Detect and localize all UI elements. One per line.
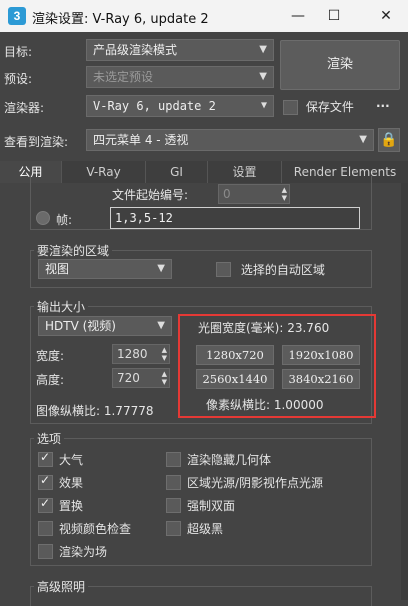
close-button[interactable]: ✕ — [372, 4, 400, 28]
pixel-aspect-label: 像素纵横比: 1.00000 — [206, 398, 324, 412]
option-label: 强制双面 — [187, 499, 236, 513]
video-color-check-checkbox[interactable] — [38, 521, 53, 536]
option-area-lights-as-points[interactable]: 区域光源/阴影视作点光源 — [166, 474, 323, 491]
preset-2560x1440-button[interactable]: 2560x1440 — [196, 369, 274, 389]
auto-region-option[interactable]: 选择的自动区域 — [216, 261, 325, 278]
render-hidden-checkbox[interactable] — [166, 452, 181, 467]
chevron-down-icon: ▼ — [259, 44, 267, 55]
frames-input[interactable]: 1,3,5-12 — [110, 207, 360, 229]
save-file-option[interactable]: 保存文件 — [283, 98, 354, 115]
spinner-arrows-icon: ▲ ▼ — [281, 186, 287, 202]
save-file-label: 保存文件 — [305, 100, 354, 114]
super-black-checkbox[interactable] — [166, 521, 181, 536]
minimize-button[interactable]: — — [284, 4, 312, 28]
option-label: 渲染隐藏几何体 — [187, 453, 272, 467]
scrollbar[interactable] — [401, 183, 408, 600]
option-super-black[interactable]: 超级黑 — [166, 520, 223, 537]
option-label: 效果 — [59, 476, 84, 490]
target-value: 产品级渲染模式 — [93, 43, 178, 57]
file-start-value: 0 — [223, 187, 231, 201]
save-file-checkbox[interactable] — [283, 100, 298, 115]
option-video-color-check[interactable]: 视频颜色检查 — [38, 520, 131, 537]
maximize-button[interactable]: ☐ — [320, 4, 348, 28]
window-title: 渲染设置: V-Ray 6, update 2 — [32, 12, 209, 27]
option-label: 区域光源/阴影视作点光源 — [187, 476, 324, 490]
file-start-label: 文件起始编号: — [112, 188, 189, 202]
option-label: 大气 — [59, 453, 84, 467]
renderer-value: V-Ray 6, update 2 — [93, 99, 216, 113]
option-displacement[interactable]: 置换 — [38, 496, 84, 514]
chevron-down-icon: ▼ — [157, 320, 165, 331]
chevron-down-icon: ▼ — [260, 100, 267, 111]
option-render-to-fields[interactable]: 渲染为场 — [38, 543, 107, 560]
aperture-label: 光圈宽度(毫米): 23.760 — [198, 321, 330, 335]
view-to-render-dropdown[interactable]: 四元菜单 4 - 透视 ▼ — [86, 129, 374, 151]
area-title: 要渲染的区域 — [34, 242, 113, 259]
render-button[interactable]: 渲染 — [280, 40, 400, 90]
option-label: 渲染为场 — [59, 545, 108, 559]
height-label: 高度: — [36, 373, 65, 387]
auto-region-checkbox[interactable] — [216, 262, 231, 277]
area-mode-value: 视图 — [45, 262, 70, 276]
displacement-checkbox[interactable] — [38, 496, 53, 513]
renderer-dropdown[interactable]: V-Ray 6, update 2 ▼ — [86, 95, 274, 117]
output-preset-dropdown[interactable]: HDTV (视频) ▼ — [38, 316, 172, 336]
preset-dropdown[interactable]: 未选定预设 ▼ — [86, 66, 274, 88]
option-atmosphere[interactable]: 大气 — [38, 450, 84, 468]
output-preset-value: HDTV (视频) — [45, 319, 116, 333]
spinner-arrows-icon: ▲ ▼ — [161, 346, 167, 362]
chevron-down-icon: ▼ — [359, 134, 367, 145]
render-to-fields-checkbox[interactable] — [38, 544, 53, 559]
area-lights-checkbox[interactable] — [166, 475, 181, 490]
output-size-title: 输出大小 — [34, 298, 89, 315]
options-title: 选项 — [34, 430, 65, 447]
chevron-down-icon: ▼ — [157, 263, 165, 274]
option-label: 置换 — [59, 499, 84, 513]
width-spinner[interactable]: 1280 ▲ ▼ — [112, 344, 170, 364]
option-label: 视频颜色检查 — [59, 522, 132, 536]
spinner-arrows-icon: ▲ ▼ — [161, 370, 167, 386]
preset-value: 未选定预设 — [93, 70, 154, 84]
renderer-label: 渲染器: — [4, 101, 45, 115]
file-start-spinner[interactable]: 0 ▲ ▼ — [218, 184, 290, 204]
side-gutter — [0, 183, 30, 600]
option-render-hidden[interactable]: 渲染隐藏几何体 — [166, 451, 271, 468]
preset-3840x2160-button[interactable]: 3840x2160 — [282, 369, 360, 389]
title-bar[interactable]: 3 渲染设置: V-Ray 6, update 2 — ☐ ✕ — [0, 0, 408, 32]
option-effects[interactable]: 效果 — [38, 473, 84, 491]
force-two-sided-checkbox[interactable] — [166, 498, 181, 513]
height-value: 720 — [117, 371, 140, 385]
advanced-lighting-title: 高级照明 — [34, 578, 89, 595]
option-force-two-sided[interactable]: 强制双面 — [166, 497, 235, 514]
preset-label: 预设: — [4, 72, 33, 86]
chevron-down-icon: ▼ — [259, 71, 267, 82]
preset-1280x720-button[interactable]: 1280x720 — [196, 345, 274, 365]
effects-checkbox[interactable] — [38, 473, 53, 490]
preset-1920x1080-button[interactable]: 1920x1080 — [282, 345, 360, 365]
auto-region-label: 选择的自动区域 — [240, 263, 325, 277]
lock-icon: 🔒 — [380, 132, 398, 148]
app-icon: 3 — [8, 7, 26, 25]
width-label: 宽度: — [36, 349, 65, 363]
width-value: 1280 — [117, 347, 148, 361]
target-dropdown[interactable]: 产品级渲染模式 ▼ — [86, 39, 274, 61]
more-button[interactable]: ... — [376, 96, 390, 110]
lock-button[interactable]: 🔒 — [378, 128, 400, 152]
image-aspect-label: 图像纵横比: 1.77778 — [36, 404, 154, 418]
area-dropdown[interactable]: 视图 ▼ — [38, 259, 172, 279]
view-to-render-label: 查看到渲染: — [4, 135, 69, 149]
height-spinner[interactable]: 720 ▲ ▼ — [112, 368, 170, 388]
frames-radio[interactable] — [36, 211, 50, 225]
atmosphere-checkbox[interactable] — [38, 450, 53, 467]
option-label: 超级黑 — [187, 522, 224, 536]
target-label: 目标: — [4, 45, 33, 59]
frames-label: 帧: — [56, 213, 73, 227]
view-to-render-value: 四元菜单 4 - 透视 — [93, 133, 189, 147]
